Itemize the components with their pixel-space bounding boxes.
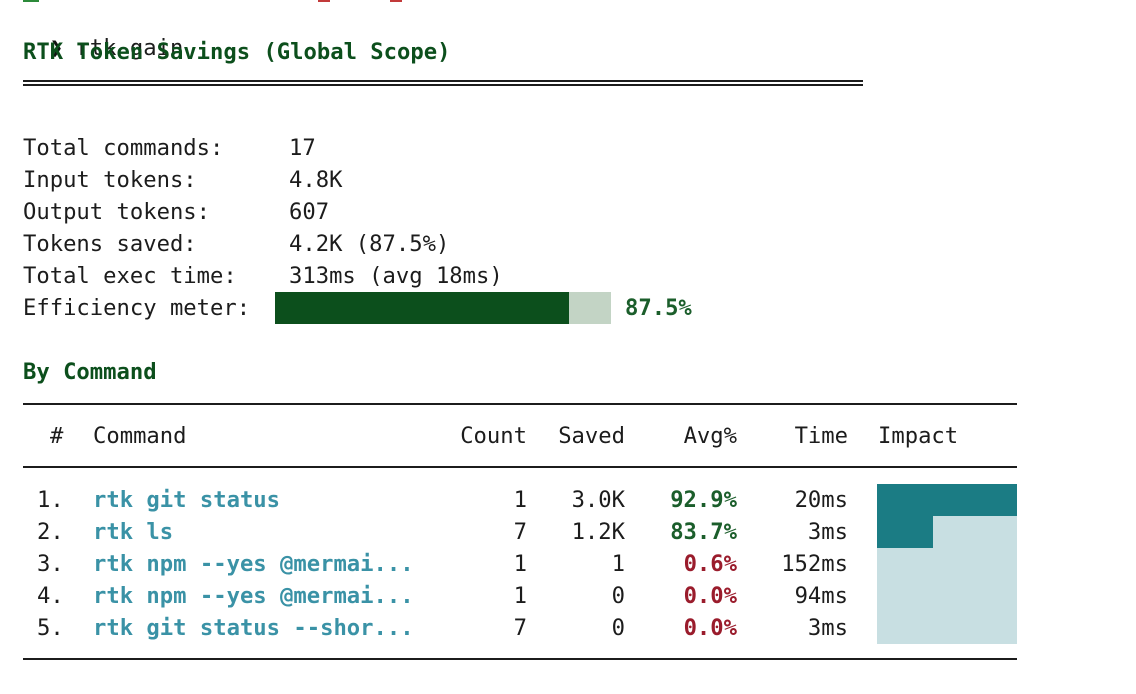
table-header-rule [23,466,1017,468]
header-num: # [50,423,64,449]
previous-line-fragment [318,0,330,2]
summary-value: 4.8K [289,167,343,193]
summary-value: 17 [289,135,316,161]
row-avg-percent: 0.6% [683,551,737,577]
previous-line-fragment [23,0,39,2]
impact-bar [877,516,933,548]
impact-bar [877,484,1017,516]
row-avg-percent: 0.0% [683,583,737,609]
row-saved: 3.0K [571,487,625,513]
report-title: RTK Token Savings (Global Scope) [23,39,451,65]
row-number: 3. [37,551,64,577]
table-top-rule [23,403,1017,405]
row-time: 94ms [794,583,848,609]
summary-label: Tokens saved: [23,231,197,257]
row-avg-percent: 92.9% [670,487,737,513]
row-time: 20ms [794,487,848,513]
summary-label: Total exec time: [23,263,237,289]
by-command-heading: By Command [23,359,157,385]
row-time: 3ms [807,519,848,545]
row-avg-percent: 0.0% [683,615,737,641]
efficiency-meter-track [569,292,611,324]
previous-line-fragment [390,0,402,2]
summary-value: 313ms (avg 18ms) [289,263,503,289]
row-saved: 0 [611,583,625,609]
efficiency-percent: 87.5% [625,295,692,321]
summary-value: 4.2K (87.5%) [289,231,450,257]
row-number: 5. [37,615,64,641]
row-command: rtk npm --yes @mermai... [93,551,414,577]
row-saved: 1 [611,551,625,577]
row-count: 7 [513,519,527,545]
header-saved: Saved [558,423,625,449]
table-bottom-rule [23,658,1017,660]
row-time: 3ms [807,615,848,641]
row-count: 1 [513,487,527,513]
row-saved: 0 [611,615,625,641]
row-number: 2. [37,519,64,545]
header-time: Time [794,423,848,449]
row-number: 1. [37,487,64,513]
row-saved: 1.2K [571,519,625,545]
efficiency-label: Efficiency meter: [23,295,251,321]
row-avg-percent: 83.7% [670,519,737,545]
efficiency-meter-fill [275,292,569,324]
summary-label: Output tokens: [23,199,211,225]
terminal-prompt-line: ❯ rtk gain [23,6,184,61]
title-double-rule-bottom [23,84,863,86]
row-count: 1 [513,583,527,609]
row-command: rtk ls [93,519,174,545]
row-command: rtk git status --shor... [93,615,414,641]
header-avg: Avg% [683,423,737,449]
header-impact: Impact [878,423,959,449]
summary-value: 607 [289,199,330,225]
title-double-rule-top [23,80,863,82]
summary-label: Total commands: [23,135,224,161]
row-number: 4. [37,583,64,609]
row-command: rtk npm --yes @mermai... [93,583,414,609]
header-command: Command [93,423,187,449]
row-count: 7 [513,615,527,641]
row-count: 1 [513,551,527,577]
row-time: 152ms [781,551,848,577]
row-command: rtk git status [93,487,281,513]
header-count: Count [460,423,527,449]
summary-label: Input tokens: [23,167,197,193]
